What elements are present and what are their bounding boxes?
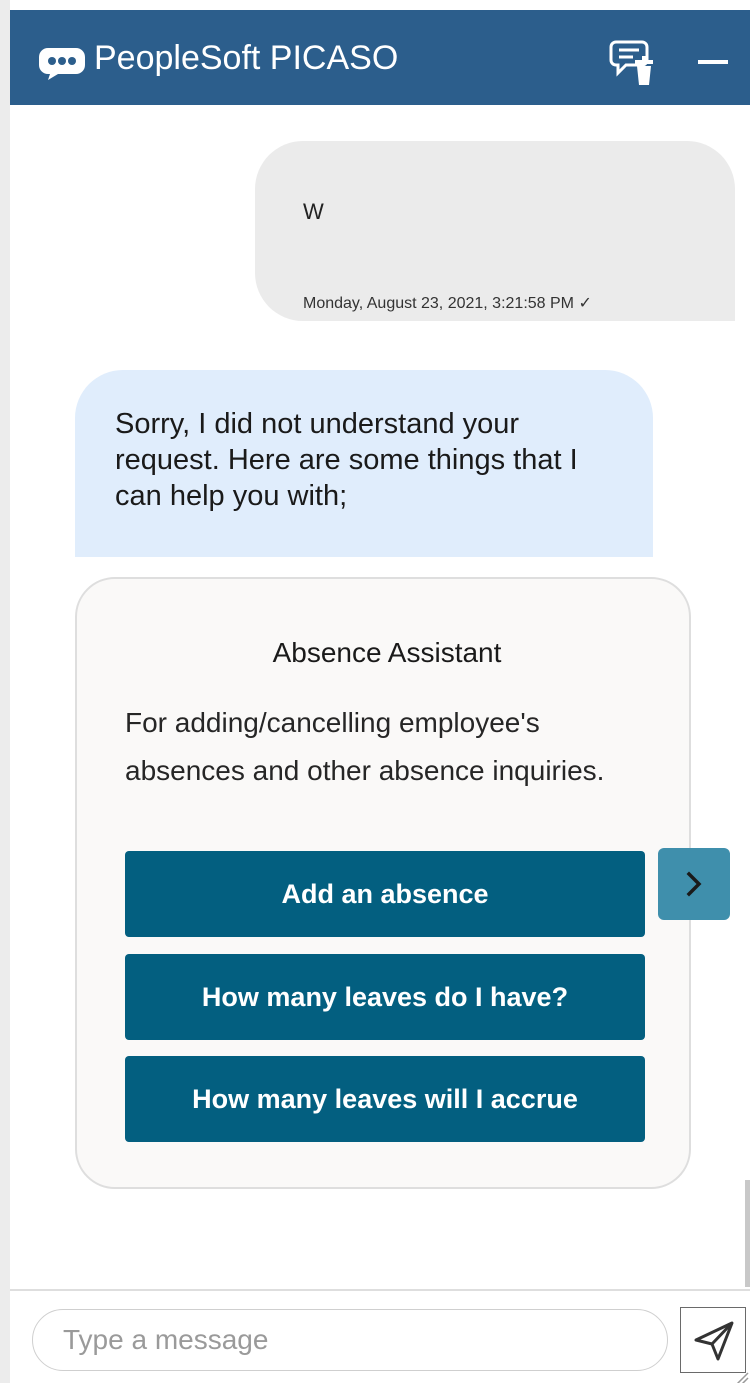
minimize-icon [698,60,728,64]
window-edge [0,0,10,1383]
conversation-area: W Monday, August 23, 2021, 3:21:58 PM ✓ … [10,105,750,1290]
card-description: For adding/cancelling employee's absence… [125,707,605,786]
leave-accrual-button[interactable]: How many leaves will I accrue [125,1056,645,1142]
app-title: PeopleSoft PICASO [94,39,399,77]
message-composer [10,1289,750,1383]
minimize-button[interactable] [686,36,738,88]
bot-message-text: Sorry, I did not understand your request… [115,408,578,512]
card-title: Absence Assistant [272,637,502,668]
send-icon [694,1321,734,1361]
clear-chat-icon [609,40,653,85]
user-message-bubble: W Monday, August 23, 2021, 3:21:58 PM ✓ [255,141,735,321]
clear-chat-button[interactable] [608,38,656,86]
chevron-right-icon [686,871,702,897]
user-message-text: W [303,199,324,224]
bot-message-bubble: Sorry, I did not understand your request… [75,370,653,557]
send-button[interactable] [680,1307,746,1373]
scrollbar-thumb[interactable] [745,1180,750,1287]
next-card-button[interactable] [658,848,730,920]
resize-grip-icon[interactable] [735,1371,749,1383]
add-absence-button[interactable]: Add an absence [125,851,645,937]
leave-balance-button[interactable]: How many leaves do I have? [125,954,645,1040]
suggestion-card: Absence Assistant For adding/cancelling … [75,577,691,1189]
message-meta: Monday, August 23, 2021, 3:21:58 PM ✓ [303,293,592,313]
header-bar: PeopleSoft PICASO [10,10,750,105]
chat-bubble-icon [39,48,85,80]
chat-window: PeopleSoft PICASO W Monday, August 23, 2… [0,0,750,1383]
sent-check-icon: ✓ [578,295,592,312]
message-timestamp: Monday, August 23, 2021, 3:21:58 PM [303,295,574,312]
message-input[interactable] [32,1309,668,1371]
